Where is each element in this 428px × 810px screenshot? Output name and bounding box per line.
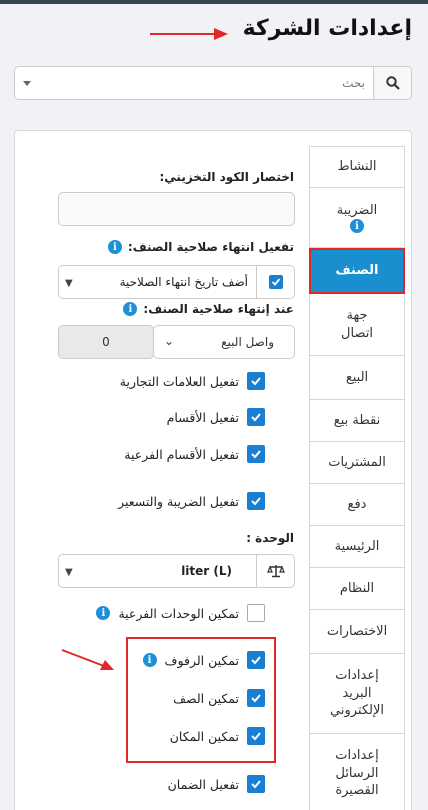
tab-payment[interactable]: دفع: [309, 484, 405, 526]
chevron-down-icon: ▼: [65, 278, 73, 289]
expiry-select-value: أضف تاريخ انتهاء الصلاحية: [119, 275, 248, 289]
scale-icon: [266, 565, 285, 578]
enable-categories-row[interactable]: تفعيل الأقسام: [167, 408, 265, 426]
tab-activity[interactable]: النشاط: [309, 146, 405, 188]
sku-prefix-label: اختصار الكود التخزيني:: [159, 170, 294, 184]
tab-label: المشتريات: [328, 454, 386, 470]
on-expiry-label: عند إنتهاء صلاحية الصنف: i: [123, 302, 294, 316]
tab-label: الاختصارات: [326, 623, 388, 639]
checkbox-unchecked-icon[interactable]: [247, 604, 265, 622]
info-icon[interactable]: i: [123, 302, 138, 316]
tab-label: جهة اتصال: [341, 307, 373, 341]
checkbox-checked-icon[interactable]: [247, 492, 265, 510]
info-icon[interactable]: i: [107, 240, 122, 254]
checkbox-checked-icon[interactable]: [247, 445, 265, 463]
tab-label: الضريبة: [336, 202, 378, 218]
tab-label: دفع: [347, 496, 367, 512]
enable-subcategories-row[interactable]: تفعيل الأقسام الفرعية: [124, 445, 265, 463]
enable-row-label: تمكين الصف: [173, 690, 239, 706]
search-icon: [385, 76, 400, 90]
top-bar: [0, 0, 428, 4]
expiry-label-text: تفعيل انتهاء صلاحية الصنف:: [127, 240, 294, 254]
on-expiry-label-text: عند إنتهاء صلاحية الصنف:: [143, 302, 294, 316]
tab-dashboard[interactable]: الرئيسية: [309, 526, 405, 568]
annotation-arrow-icon: [150, 28, 228, 40]
search-bar: [14, 66, 412, 100]
unit-scale-addon: [256, 555, 294, 587]
tab-label: الرئيسية: [334, 538, 380, 554]
checkbox-checked-icon[interactable]: [247, 651, 265, 669]
tab-label: إعدادات الرسائل القصيرة: [335, 748, 379, 799]
search-dropdown-caret-icon[interactable]: [23, 81, 31, 86]
unit-select-value: liter (L): [181, 564, 232, 578]
tab-shortcuts[interactable]: الاختصارات: [309, 610, 405, 654]
tab-product[interactable]: الصنف: [309, 248, 405, 294]
expiry-label: تفعيل انتهاء صلاحية الصنف: i: [107, 240, 294, 254]
enable-tax-pricing-row[interactable]: تفعيل الضريبة والتسعير: [118, 492, 265, 510]
tab-label: إعدادات البريد الإلكتروني: [330, 668, 384, 719]
checkbox-checked-icon[interactable]: [247, 372, 265, 390]
enable-tax-pricing-label: تفعيل الضريبة والتسعير: [118, 493, 239, 509]
tab-label: النشاط: [337, 159, 377, 175]
enable-racks-label: تمكين الرفوف: [164, 652, 239, 668]
enable-warranty-row[interactable]: تفعيل الضمان: [168, 775, 265, 793]
chevron-down-icon: ⌄: [164, 334, 175, 348]
tab-tax[interactable]: الضريبة i: [309, 188, 405, 248]
tab-email-settings[interactable]: إعدادات البريد الإلكتروني: [309, 654, 405, 734]
info-icon[interactable]: i: [350, 219, 364, 234]
tab-purchases[interactable]: المشتريات: [309, 442, 405, 484]
enable-subcategories-label: تفعيل الأقسام الفرعية: [124, 446, 239, 462]
enable-row-row[interactable]: تمكين الصف: [173, 689, 265, 707]
sku-prefix-input[interactable]: [58, 192, 295, 226]
enable-brands-label: تفعيل العلامات التجارية: [119, 373, 239, 389]
checkbox-checked-icon[interactable]: [247, 689, 265, 707]
tab-label: نقطة بيع: [333, 412, 381, 428]
unit-select[interactable]: liter (L) ▼: [58, 554, 295, 588]
checkbox-checked-icon[interactable]: [247, 408, 265, 426]
chevron-down-icon: ▼: [65, 567, 73, 578]
checkbox-checked-icon[interactable]: [247, 727, 265, 745]
on-expiry-select[interactable]: واصل البيع ⌄: [153, 325, 295, 359]
on-expiry-days-input[interactable]: 0: [58, 325, 154, 359]
tab-sale[interactable]: البيع: [309, 356, 405, 400]
info-icon[interactable]: i: [142, 653, 157, 667]
checkbox-checked-icon[interactable]: [247, 775, 265, 793]
tab-contact[interactable]: جهة اتصال: [309, 294, 405, 356]
search-input[interactable]: [65, 67, 365, 99]
tab-sms-settings[interactable]: إعدادات الرسائل القصيرة: [309, 734, 405, 810]
expiry-checkbox[interactable]: [256, 266, 294, 298]
enable-sub-units-label: تمكين الوحدات الفرعية: [118, 605, 239, 621]
info-icon[interactable]: i: [96, 606, 111, 620]
enable-brands-row[interactable]: تفعيل العلامات التجارية: [120, 372, 265, 390]
checkbox-checked-icon: [268, 275, 283, 289]
page-title: إعدادات الشركة: [242, 16, 412, 41]
enable-warranty-label: تفعيل الضمان: [167, 776, 239, 792]
enable-racks-row[interactable]: تمكين الرفوف i: [142, 651, 265, 669]
on-expiry-days-value: 0: [102, 335, 110, 349]
annotation-arrow-icon: [61, 649, 114, 670]
unit-label: الوحدة :: [246, 531, 294, 545]
tab-label: النظام: [339, 580, 375, 596]
enable-position-row[interactable]: تمكين المكان: [170, 727, 265, 745]
enable-sub-units-row[interactable]: تمكين الوحدات الفرعية i: [96, 604, 265, 622]
tab-system[interactable]: النظام: [309, 568, 405, 610]
search-button[interactable]: [373, 67, 411, 99]
settings-tabs: النشاط الضريبة i الصنف جهة اتصال البيع ن…: [309, 146, 405, 810]
enable-categories-label: تفعيل الأقسام: [166, 409, 239, 425]
tab-label: البيع: [345, 369, 369, 385]
tab-label: الصنف: [335, 263, 379, 279]
tab-pos[interactable]: نقطة بيع: [309, 400, 405, 442]
enable-position-label: تمكين المكان: [169, 728, 239, 744]
expiry-select[interactable]: أضف تاريخ انتهاء الصلاحية ▼: [58, 265, 295, 299]
on-expiry-select-value: واصل البيع: [221, 335, 274, 349]
